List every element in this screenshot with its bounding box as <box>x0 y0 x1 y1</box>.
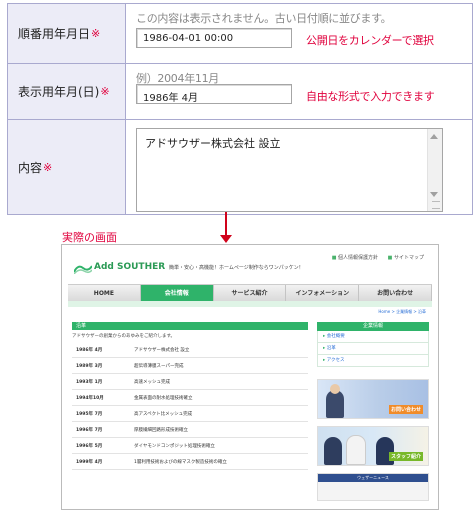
nav-contact[interactable]: お問い合わせ <box>359 285 432 302</box>
operator-head <box>330 384 340 394</box>
display-date-label: 表示用年月(日) ※ <box>8 64 126 119</box>
history-text: 厚膜繊細回路形成技術確立 <box>134 427 188 433</box>
website-preview: Add SOUTHER 簡単・安心・高機能！ホームページ制作ならワンパッケン！ … <box>61 244 439 510</box>
history-text: 高速メッシュ完成 <box>134 379 170 385</box>
nav-services[interactable]: サービス紹介 <box>214 285 287 302</box>
history-table: 1986年 4月 アドサウザー株式会社 設立 1989年 3月 超伝導薄膜スーパー完… <box>72 342 308 470</box>
logo-wave-icon <box>74 265 92 274</box>
scroll-up-arrow-icon[interactable] <box>430 134 438 139</box>
display-date-input[interactable]: 1986年 4月 <box>136 84 292 104</box>
history-year: 1986年 4月 <box>76 347 103 353</box>
content-cell: アドサウザー株式会社 設立 <box>126 120 472 214</box>
site-tagline: 簡単・安心・高機能！ホームページ制作ならワンパッケン！ <box>169 265 304 271</box>
nav-information[interactable]: インフォメーション <box>286 285 360 302</box>
history-text: 超伝導薄膜スーパー完成 <box>134 363 184 369</box>
content-textarea-value: アドサウザー株式会社 設立 <box>145 137 281 150</box>
order-date-hint: 公開日をカレンダーで選択 <box>306 34 434 47</box>
down-arrow-head-icon <box>220 235 232 243</box>
section-intro: アドサウザーの創業からのあゆみをご紹介します。 <box>72 334 176 339</box>
table-row: 1999年 4月 1層利用技術およびの線マスク製造技術の確立 <box>72 454 308 470</box>
history-year: 1994年10月 <box>76 395 104 401</box>
breadcrumb[interactable]: Home > 企業情報 > 沿革 <box>378 309 426 315</box>
down-arrow-icon <box>225 212 227 237</box>
table-row: 1996年 5月 ダイヤモンドコンポジット処理技術確立 <box>72 438 308 454</box>
textarea-scrollbar[interactable] <box>427 129 442 211</box>
weather-banner[interactable]: ウェザーニュース <box>317 473 429 501</box>
staff-banner-text: スタッフ紹介 <box>388 452 423 461</box>
side-item-history[interactable]: 沿革 <box>317 343 429 355</box>
required-mark: ※ <box>43 160 53 174</box>
row-display-date: 表示用年月(日) ※ 例）2004年11月 1986年 4月 自由な形式で入力でき… <box>8 64 472 120</box>
actual-screen-caption: 実際の画面 <box>62 231 117 244</box>
table-row: 1993年 1月 高速メッシュ完成 <box>72 374 308 390</box>
table-row: 1986年 4月 アドサウザー株式会社 設立 <box>72 342 308 358</box>
table-row: 1989年 3月 超伝導薄膜スーパー完成 <box>72 358 308 374</box>
history-year: 1999年 4月 <box>76 459 103 465</box>
history-text: 金属表面の耐水処理技術確立 <box>134 395 193 401</box>
sub-bar <box>68 301 432 307</box>
section-title: 沿革 <box>72 322 308 330</box>
row-content: 内容 ※ アドサウザー株式会社 設立 <box>8 120 472 214</box>
operator-image <box>326 390 344 418</box>
order-date-label: 順番用年月日 ※ <box>8 4 126 63</box>
required-mark: ※ <box>91 27 101 40</box>
content-textarea[interactable]: アドサウザー株式会社 設立 <box>136 128 443 212</box>
history-year: 1996年 7月 <box>76 427 103 433</box>
content-label: 内容 ※ <box>8 120 126 214</box>
history-year: 1993年 1月 <box>76 379 103 385</box>
staff-banner[interactable]: スタッフ紹介 <box>317 426 429 466</box>
display-date-cell: 例）2004年11月 1986年 4月 自由な形式で入力できます <box>126 64 472 119</box>
history-text: ダイヤモンドコンポジット処理技術確立 <box>134 443 215 449</box>
side-menu-title: 企業情報 <box>317 322 429 331</box>
history-entry-form: 順番用年月日 ※ この内容は表示されません。古い日付順に並びます。 1986-04… <box>7 3 473 215</box>
sitemap-link[interactable]: サイトマップ <box>388 255 424 261</box>
history-text: 高アスペクト比メッシュ完成 <box>134 411 193 417</box>
side-menu: 企業情報 会社概要 沿革 アクセス <box>317 322 429 367</box>
top-links: 個人情報保護方針 サイトマップ <box>324 254 424 261</box>
privacy-link[interactable]: 個人情報保護方針 <box>332 255 378 261</box>
contact-banner-text: お問い合わせ <box>388 405 423 414</box>
table-row: 1995年 7月 高アスペクト比メッシュ完成 <box>72 406 308 422</box>
history-text: アドサウザー株式会社 設立 <box>134 347 190 353</box>
order-date-cell: この内容は表示されません。古い日付順に並びます。 1986-04-01 00:0… <box>126 4 472 63</box>
weather-banner-text: ウェザーニュース <box>318 474 428 482</box>
history-year: 1989年 3月 <box>76 363 103 369</box>
scroll-down-arrow-icon[interactable] <box>430 192 438 197</box>
order-date-input[interactable]: 1986-04-01 00:00 <box>136 28 292 48</box>
order-date-note: この内容は表示されません。古い日付順に並びます。 <box>136 12 392 25</box>
order-date-label-text: 順番用年月日 <box>18 27 91 41</box>
site-logo[interactable]: Add SOUTHER <box>94 262 165 272</box>
display-date-hint: 自由な形式で入力できます <box>306 90 435 103</box>
side-item-access[interactable]: アクセス <box>317 355 429 367</box>
history-year: 1996年 5月 <box>76 443 103 449</box>
history-text: 1層利用技術およびの線マスク製造技術の確立 <box>134 459 227 465</box>
history-year: 1995年 7月 <box>76 411 103 417</box>
display-date-label-text: 表示用年月(日) <box>18 85 100 99</box>
table-row: 1994年10月 金属表面の耐水処理技術確立 <box>72 390 308 406</box>
row-order-date: 順番用年月日 ※ この内容は表示されません。古い日付順に並びます。 1986-04… <box>8 4 472 64</box>
contact-banner[interactable]: お問い合わせ <box>317 379 429 419</box>
content-label-text: 内容 <box>18 160 43 175</box>
table-row: 1996年 7月 厚膜繊細回路形成技術確立 <box>72 422 308 438</box>
nav-company[interactable]: 会社情報 <box>140 285 214 302</box>
nav-home[interactable]: HOME <box>68 285 141 302</box>
staff-image-1 <box>324 437 342 465</box>
side-item-company-overview[interactable]: 会社概要 <box>317 331 429 343</box>
required-mark: ※ <box>100 85 110 98</box>
staff-image-2 <box>346 435 366 465</box>
resize-grip-icon[interactable] <box>432 201 440 209</box>
